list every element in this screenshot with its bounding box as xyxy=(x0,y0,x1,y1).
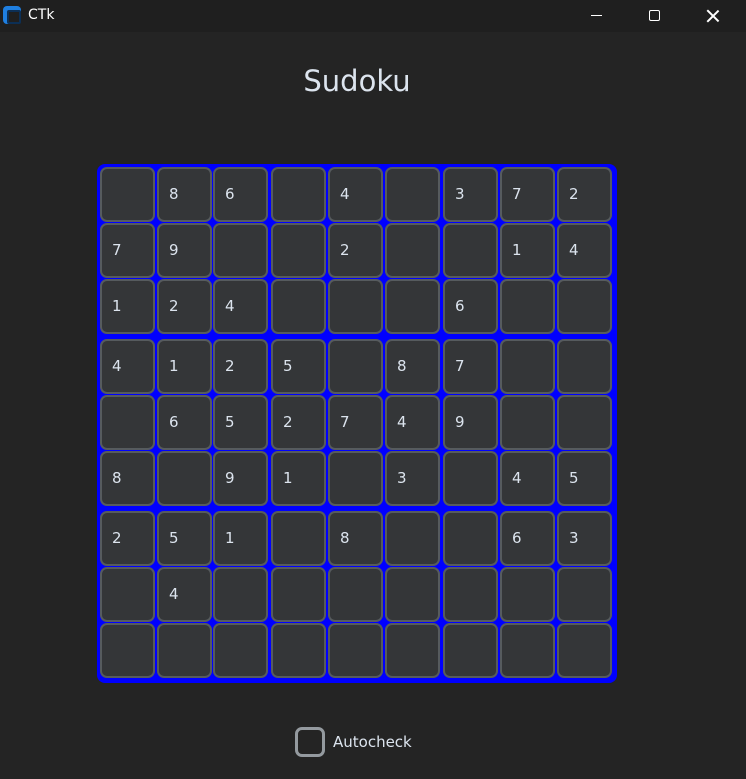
sudoku-cell[interactable]: 8 xyxy=(100,451,155,506)
sudoku-cell[interactable] xyxy=(443,623,498,678)
sudoku-cell[interactable] xyxy=(557,339,612,394)
minimize-button[interactable] xyxy=(567,0,625,32)
sudoku-cell[interactable]: 8 xyxy=(157,167,212,222)
sudoku-cell[interactable]: 5 xyxy=(271,339,326,394)
sudoku-cell[interactable]: 6 xyxy=(213,167,268,222)
sudoku-cell[interactable] xyxy=(157,623,212,678)
app-icon xyxy=(3,6,21,24)
sudoku-cell[interactable] xyxy=(271,623,326,678)
sudoku-cell[interactable] xyxy=(328,279,383,334)
sudoku-cell[interactable] xyxy=(557,623,612,678)
sudoku-cell[interactable]: 8 xyxy=(385,339,440,394)
sudoku-cell[interactable] xyxy=(271,223,326,278)
sudoku-cell[interactable] xyxy=(100,567,155,622)
sudoku-cell[interactable]: 2 xyxy=(557,167,612,222)
sudoku-cell[interactable] xyxy=(385,511,440,566)
minimize-icon xyxy=(590,15,602,16)
sudoku-cell[interactable]: 4 xyxy=(500,451,555,506)
sudoku-cell[interactable]: 2 xyxy=(213,339,268,394)
checkbox-box[interactable] xyxy=(295,727,325,757)
sudoku-cell[interactable]: 7 xyxy=(100,223,155,278)
sudoku-cell[interactable] xyxy=(271,279,326,334)
sudoku-cell[interactable] xyxy=(500,623,555,678)
sudoku-cell[interactable] xyxy=(100,623,155,678)
sudoku-cell[interactable]: 2 xyxy=(328,223,383,278)
sudoku-cell[interactable]: 4 xyxy=(385,395,440,450)
sudoku-cell[interactable] xyxy=(500,567,555,622)
sudoku-cell[interactable] xyxy=(557,395,612,450)
sudoku-cell[interactable] xyxy=(328,623,383,678)
maximize-button[interactable] xyxy=(625,0,683,32)
sudoku-cell[interactable]: 3 xyxy=(443,167,498,222)
sudoku-cell[interactable] xyxy=(443,511,498,566)
page-title: Sudoku xyxy=(303,64,411,98)
sudoku-cell[interactable] xyxy=(500,339,555,394)
sudoku-cell[interactable]: 5 xyxy=(213,395,268,450)
sudoku-cell[interactable]: 4 xyxy=(328,167,383,222)
sudoku-cell[interactable] xyxy=(385,167,440,222)
sudoku-cell[interactable]: 7 xyxy=(328,395,383,450)
sudoku-cell[interactable]: 6 xyxy=(443,279,498,334)
title-bar: CTk xyxy=(0,0,746,32)
sudoku-board: 8643727921412464125876527498913452518634 xyxy=(97,164,617,683)
autocheck-label: Autocheck xyxy=(333,733,412,751)
sudoku-cell[interactable] xyxy=(443,223,498,278)
sudoku-cell[interactable]: 7 xyxy=(500,167,555,222)
sudoku-cell[interactable] xyxy=(500,279,555,334)
sudoku-cell[interactable] xyxy=(443,567,498,622)
sudoku-cell[interactable]: 2 xyxy=(157,279,212,334)
sudoku-cell[interactable]: 4 xyxy=(157,567,212,622)
sudoku-cell[interactable]: 5 xyxy=(157,511,212,566)
sudoku-cell[interactable]: 9 xyxy=(213,451,268,506)
close-button[interactable] xyxy=(684,0,742,32)
sudoku-cell[interactable]: 9 xyxy=(443,395,498,450)
sudoku-cell[interactable] xyxy=(385,623,440,678)
sudoku-cell[interactable]: 4 xyxy=(100,339,155,394)
sudoku-cell[interactable]: 6 xyxy=(157,395,212,450)
sudoku-cell[interactable] xyxy=(100,395,155,450)
sudoku-cell[interactable] xyxy=(557,567,612,622)
sudoku-cell[interactable] xyxy=(271,167,326,222)
sudoku-cell[interactable]: 2 xyxy=(271,395,326,450)
sudoku-cell[interactable]: 8 xyxy=(328,511,383,566)
sudoku-cell[interactable] xyxy=(100,167,155,222)
maximize-icon xyxy=(648,10,660,21)
sudoku-cell[interactable]: 6 xyxy=(500,511,555,566)
sudoku-cell[interactable]: 3 xyxy=(385,451,440,506)
sudoku-cell[interactable] xyxy=(271,567,326,622)
sudoku-cell[interactable] xyxy=(557,279,612,334)
sudoku-cell[interactable] xyxy=(328,339,383,394)
sudoku-cell[interactable] xyxy=(213,623,268,678)
sudoku-cell[interactable]: 3 xyxy=(557,511,612,566)
sudoku-cell[interactable]: 1 xyxy=(271,451,326,506)
sudoku-cell[interactable]: 2 xyxy=(100,511,155,566)
sudoku-cell[interactable]: 5 xyxy=(557,451,612,506)
sudoku-cell[interactable] xyxy=(500,395,555,450)
sudoku-cell[interactable]: 1 xyxy=(100,279,155,334)
sudoku-cell[interactable] xyxy=(385,223,440,278)
sudoku-cell[interactable] xyxy=(443,451,498,506)
sudoku-cell[interactable] xyxy=(213,567,268,622)
sudoku-cell[interactable]: 1 xyxy=(500,223,555,278)
sudoku-cell[interactable] xyxy=(328,567,383,622)
sudoku-cell[interactable] xyxy=(328,451,383,506)
sudoku-cell[interactable]: 1 xyxy=(157,339,212,394)
sudoku-cell[interactable]: 9 xyxy=(157,223,212,278)
sudoku-cell[interactable] xyxy=(385,567,440,622)
window-title: CTk xyxy=(28,7,55,23)
sudoku-cell[interactable]: 1 xyxy=(213,511,268,566)
sudoku-cell[interactable]: 4 xyxy=(557,223,612,278)
sudoku-cell[interactable] xyxy=(385,279,440,334)
close-icon xyxy=(706,9,720,23)
sudoku-cell[interactable] xyxy=(213,223,268,278)
sudoku-cell[interactable] xyxy=(157,451,212,506)
sudoku-cell[interactable] xyxy=(271,511,326,566)
sudoku-cell[interactable]: 4 xyxy=(213,279,268,334)
sudoku-cell[interactable]: 7 xyxy=(443,339,498,394)
